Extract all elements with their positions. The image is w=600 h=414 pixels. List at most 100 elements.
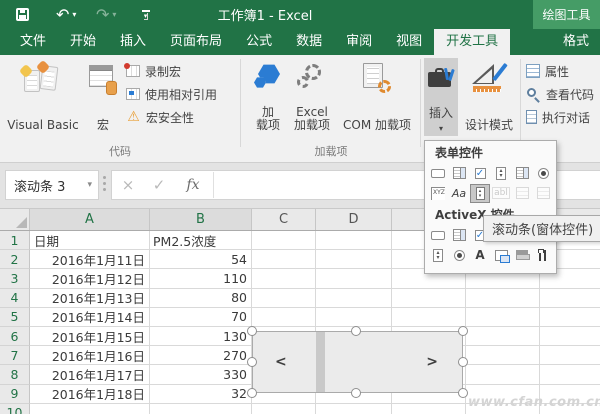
cell-b2[interactable]: 54 — [150, 250, 252, 269]
activex-combo-box-control-icon[interactable] — [450, 227, 468, 244]
row-header[interactable]: 1 — [0, 231, 30, 250]
formula-bar-resizer[interactable] — [103, 176, 106, 191]
enter-button[interactable]: ✓ — [146, 170, 172, 200]
use-relative-references-button[interactable]: 使用相对引用 — [126, 84, 217, 104]
cell[interactable] — [392, 289, 466, 308]
row-header[interactable]: 7 — [0, 346, 30, 365]
cell[interactable] — [252, 250, 316, 269]
cell[interactable] — [392, 308, 466, 327]
selection-handle-middle-right[interactable] — [458, 357, 468, 367]
activex-toggle-control-icon[interactable] — [513, 247, 531, 264]
activex-option-button-control-icon[interactable] — [450, 247, 468, 264]
addins-button[interactable]: 加载项 — [247, 58, 289, 136]
record-macro-button[interactable]: 录制宏 — [126, 61, 181, 81]
tab-review[interactable]: 审阅 — [334, 29, 384, 55]
insert-controls-button[interactable]: 插入 ▾ — [424, 58, 458, 136]
cell[interactable] — [540, 308, 600, 327]
scrollbar-form-control[interactable]: < > — [252, 331, 463, 393]
name-box-dropdown-icon[interactable]: ▾ — [87, 180, 92, 190]
tab-view[interactable]: 视图 — [384, 29, 434, 55]
tab-developer[interactable]: 开发工具 — [434, 29, 510, 55]
cell[interactable] — [316, 269, 392, 288]
row-header[interactable]: 9 — [0, 385, 30, 404]
more-controls-icon[interactable] — [534, 247, 552, 264]
view-code-button[interactable]: 查看代码 — [526, 84, 594, 104]
cell-a7[interactable]: 2016年1月16日 — [30, 346, 150, 365]
cell[interactable] — [252, 289, 316, 308]
row-header[interactable]: 10 — [0, 404, 30, 414]
row-header[interactable]: 5 — [0, 308, 30, 327]
properties-button[interactable]: 属性 — [526, 61, 569, 81]
excel-addins-button[interactable]: Excel加载项 — [291, 58, 333, 136]
select-all-corner[interactable] — [0, 209, 30, 230]
selection-handle-top-middle[interactable] — [351, 326, 361, 336]
selection-handle-top-right[interactable] — [458, 326, 468, 336]
cell-a6[interactable]: 2016年1月15日 — [30, 327, 150, 346]
tab-home[interactable]: 开始 — [58, 29, 108, 55]
cell-b3[interactable]: 110 — [150, 269, 252, 288]
cell-a5[interactable]: 2016年1月14日 — [30, 308, 150, 327]
spin-button-control-icon[interactable]: ▴▾ — [492, 165, 510, 182]
com-addins-button[interactable]: COM 加载项 — [336, 58, 418, 136]
column-header-c[interactable]: C — [252, 209, 316, 230]
cell-a9[interactable]: 2016年1月18日 — [30, 385, 150, 404]
cell[interactable] — [466, 365, 540, 384]
name-box[interactable]: 滚动条 3 ▾ — [5, 170, 99, 200]
row-header[interactable]: 3 — [0, 269, 30, 288]
row-header[interactable]: 8 — [0, 365, 30, 384]
cell-a4[interactable]: 2016年1月13日 — [30, 289, 150, 308]
scrollbar-control-icon[interactable]: ▴▾ — [471, 185, 489, 202]
macros-button[interactable]: 宏 — [84, 58, 122, 136]
cell[interactable] — [540, 346, 600, 365]
selection-handle-top-left[interactable] — [247, 326, 257, 336]
cell[interactable] — [316, 289, 392, 308]
tab-format[interactable]: 格式 — [552, 29, 600, 55]
visual-basic-button[interactable]: Visual Basic — [4, 58, 82, 136]
tab-insert[interactable]: 插入 — [108, 29, 158, 55]
cell-b4[interactable]: 80 — [150, 289, 252, 308]
run-dialog-button[interactable]: 执行对话 — [526, 107, 590, 127]
tab-formulas[interactable]: 公式 — [234, 29, 284, 55]
cell[interactable] — [540, 327, 600, 346]
cell-b9[interactable]: 32 — [150, 385, 252, 404]
selection-handle-bottom-right[interactable] — [458, 388, 468, 398]
tab-file[interactable]: 文件 — [8, 29, 58, 55]
cell[interactable] — [316, 231, 392, 250]
cell-a10[interactable] — [30, 404, 150, 414]
cell-b10[interactable] — [150, 404, 252, 414]
list-box-control-icon[interactable] — [513, 165, 531, 182]
cell[interactable] — [392, 404, 466, 414]
scrollbar-thumb[interactable] — [316, 332, 325, 392]
column-header-a[interactable]: A — [30, 209, 150, 230]
row-header[interactable]: 2 — [0, 250, 30, 269]
text-label-control-icon[interactable]: Aa — [450, 185, 468, 202]
checkbox-control-icon[interactable]: ✓ — [471, 165, 489, 182]
cell[interactable] — [540, 365, 600, 384]
row-header[interactable]: 6 — [0, 327, 30, 346]
tab-page-layout[interactable]: 页面布局 — [158, 29, 234, 55]
cell-b5[interactable]: 70 — [150, 308, 252, 327]
scrollbar-right-arrow[interactable]: > — [426, 332, 438, 392]
label-control-icon[interactable]: XYZ — [429, 185, 447, 202]
cell[interactable] — [252, 404, 316, 414]
cell-a8[interactable]: 2016年1月17日 — [30, 365, 150, 384]
macro-security-button[interactable]: ⚠ 宏安全性 — [126, 107, 194, 127]
cell[interactable] — [252, 308, 316, 327]
tab-data[interactable]: 数据 — [284, 29, 334, 55]
cell[interactable] — [316, 308, 392, 327]
column-header-d[interactable]: D — [316, 209, 392, 230]
cell-a1[interactable]: 日期 — [30, 231, 150, 250]
design-mode-button[interactable]: 设计模式 — [460, 58, 518, 136]
cell-a3[interactable]: 2016年1月12日 — [30, 269, 150, 288]
combo-box-control-icon[interactable] — [450, 165, 468, 182]
option-button-control-icon[interactable] — [534, 165, 552, 182]
cell[interactable] — [252, 269, 316, 288]
cell[interactable] — [540, 289, 600, 308]
cancel-button[interactable]: × — [115, 170, 141, 200]
cell[interactable] — [316, 404, 392, 414]
column-header-b[interactable]: B — [150, 209, 252, 230]
cell[interactable] — [252, 231, 316, 250]
cell[interactable] — [466, 346, 540, 365]
scrollbar-left-arrow[interactable]: < — [275, 332, 287, 392]
button-control-icon[interactable] — [429, 165, 447, 182]
